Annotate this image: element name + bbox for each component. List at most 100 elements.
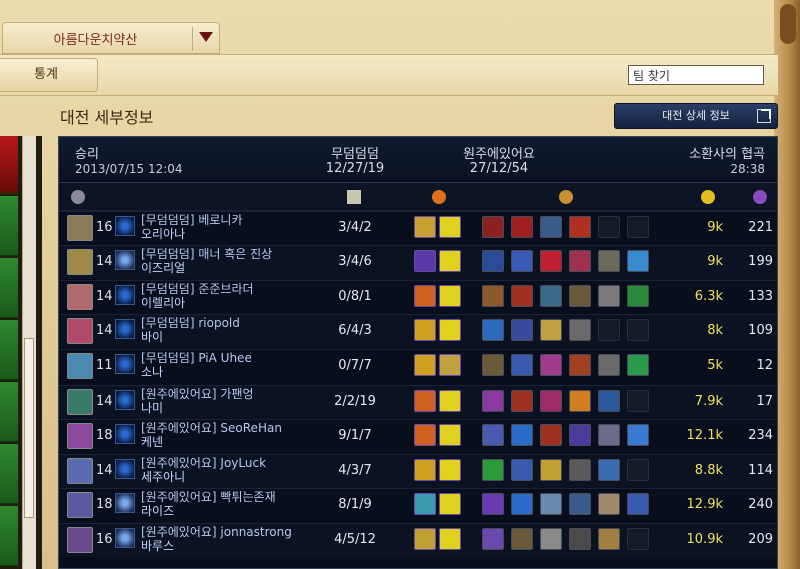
summoner-spell-1-icon[interactable] [414, 216, 436, 238]
player-info[interactable]: [무덤덤덤] 준준브라더 이렐리아 [141, 282, 254, 310]
player-info[interactable]: [원주에있어요] JoyLuck 세주아니 [141, 456, 266, 484]
item-icon[interactable] [482, 424, 504, 447]
player-info[interactable]: [원주에있어요] 가팬엉 나미 [141, 387, 254, 415]
item-icon[interactable] [569, 216, 591, 238]
item-icon[interactable] [598, 250, 620, 273]
item-icon[interactable] [511, 424, 533, 447]
item-icon[interactable] [627, 250, 649, 273]
table-row[interactable]: 14 [무덤덤덤] riopold 바이 6/4/3 8k 109 [59, 314, 777, 349]
item-icon[interactable] [511, 319, 533, 342]
team-search-input[interactable] [628, 65, 764, 85]
item-icon[interactable] [540, 216, 562, 238]
item-icon[interactable] [511, 250, 533, 273]
champion-portrait[interactable] [67, 526, 93, 553]
item-icon[interactable] [627, 424, 649, 447]
champion-portrait[interactable] [67, 457, 93, 484]
champion-portrait[interactable] [67, 283, 93, 310]
summoner-spell-1-icon[interactable] [414, 424, 436, 447]
item-icon[interactable] [482, 353, 504, 376]
item-icon[interactable] [598, 424, 620, 447]
stats-button[interactable]: 통계 [0, 58, 98, 92]
match-history-item[interactable] [0, 136, 18, 194]
item-icon[interactable] [540, 284, 562, 307]
summoner-spell-2-icon[interactable] [439, 527, 461, 550]
summoner-selector[interactable]: 아름다운치약산 [2, 22, 220, 54]
summoner-spell-1-icon[interactable] [414, 353, 436, 376]
item-icon[interactable] [569, 424, 591, 447]
match-history-item[interactable] [0, 258, 18, 318]
item-icon[interactable] [482, 319, 504, 342]
item-icon[interactable] [540, 527, 562, 550]
item-icon[interactable] [627, 284, 649, 307]
player-info[interactable]: [원주에있어요] 빡튀는존재 라이즈 [141, 490, 276, 518]
item-icon[interactable] [598, 527, 620, 550]
match-history-item[interactable] [0, 444, 18, 504]
summoner-spell-2-icon[interactable] [439, 216, 461, 238]
table-row[interactable]: 18 [원주에있어요] 빡튀는존재 라이즈 8/1/9 12.9k 240 [59, 488, 777, 522]
summoner-spell-1-icon[interactable] [414, 390, 436, 412]
match-history-item[interactable] [0, 196, 18, 256]
summoner-spell-2-icon[interactable] [439, 493, 461, 516]
item-icon[interactable] [627, 353, 649, 376]
summoner-spell-1-icon[interactable] [414, 493, 436, 516]
item-icon[interactable] [482, 284, 504, 307]
scrollbar-thumb[interactable] [24, 338, 34, 518]
match-detail-button[interactable]: 대전 상세 정보 [614, 103, 778, 129]
item-icon[interactable] [511, 458, 533, 481]
summoner-spell-2-icon[interactable] [439, 458, 461, 481]
item-icon[interactable] [598, 353, 620, 376]
champion-portrait[interactable] [67, 423, 93, 450]
table-row[interactable]: 14 [원주에있어요] 가팬엉 나미 2/2/19 7.9k 17 [59, 385, 777, 419]
summoner-spell-2-icon[interactable] [439, 319, 461, 342]
item-icon[interactable] [482, 493, 504, 516]
champion-portrait[interactable] [67, 215, 93, 241]
item-icon[interactable] [598, 390, 620, 412]
summoner-spell-1-icon[interactable] [414, 250, 436, 273]
item-icon[interactable] [482, 216, 504, 238]
item-icon[interactable] [627, 493, 649, 516]
table-row[interactable]: 14 [무덤덤덤] 준준브라더 이렐리아 0/8/1 6.3k 133 [59, 279, 777, 314]
summoner-spell-2-icon[interactable] [439, 390, 461, 412]
item-icon[interactable] [482, 250, 504, 273]
summoner-spell-1-icon[interactable] [414, 319, 436, 342]
item-icon[interactable] [511, 284, 533, 307]
item-icon[interactable] [569, 458, 591, 481]
player-info[interactable]: [무덤덤덤] 매너 혹은 진상 이즈리얼 [141, 247, 272, 275]
item-icon[interactable] [569, 319, 591, 342]
champion-portrait[interactable] [67, 249, 93, 276]
player-info[interactable]: [무덤덤덤] riopold 바이 [141, 316, 240, 344]
item-icon[interactable] [540, 250, 562, 273]
summoner-spell-1-icon[interactable] [414, 458, 436, 481]
champion-portrait[interactable] [67, 318, 93, 345]
player-info[interactable]: [무덤덤덤] 베로니카 오리아나 [141, 213, 243, 241]
match-history-item[interactable] [0, 382, 18, 442]
table-row[interactable]: 14 [무덤덤덤] 매너 혹은 진상 이즈리얼 3/4/6 9k 199 [59, 245, 777, 280]
item-icon[interactable] [569, 353, 591, 376]
item-icon[interactable] [540, 353, 562, 376]
champion-portrait[interactable] [67, 352, 93, 379]
item-icon[interactable] [511, 353, 533, 376]
summoner-spell-1-icon[interactable] [414, 527, 436, 550]
item-icon[interactable] [598, 493, 620, 516]
table-row[interactable]: 16 [무덤덤덤] 베로니카 오리아나 3/4/2 9k 221 [59, 211, 777, 245]
player-info[interactable]: [원주에있어요] SeoReHan 케넨 [141, 421, 282, 449]
item-icon[interactable] [511, 216, 533, 238]
item-icon[interactable] [511, 527, 533, 550]
item-icon[interactable] [540, 390, 562, 412]
item-icon[interactable] [540, 319, 562, 342]
player-info[interactable]: [원주에있어요] jonnastrong 바루스 [141, 525, 292, 553]
item-icon[interactable] [511, 390, 533, 412]
item-icon[interactable] [598, 284, 620, 307]
item-icon[interactable] [598, 458, 620, 481]
item-icon[interactable] [569, 284, 591, 307]
item-icon[interactable] [511, 493, 533, 516]
champion-portrait[interactable] [67, 492, 93, 519]
item-icon[interactable] [540, 493, 562, 516]
summoner-spell-2-icon[interactable] [439, 250, 461, 273]
table-row[interactable]: 11 [무덤덤덤] PiA Uhee 소나 0/7/7 5k 12 [59, 348, 777, 383]
item-icon[interactable] [569, 527, 591, 550]
summoner-spell-2-icon[interactable] [439, 284, 461, 307]
item-icon[interactable] [482, 527, 504, 550]
champion-portrait[interactable] [67, 389, 93, 415]
item-icon[interactable] [482, 458, 504, 481]
